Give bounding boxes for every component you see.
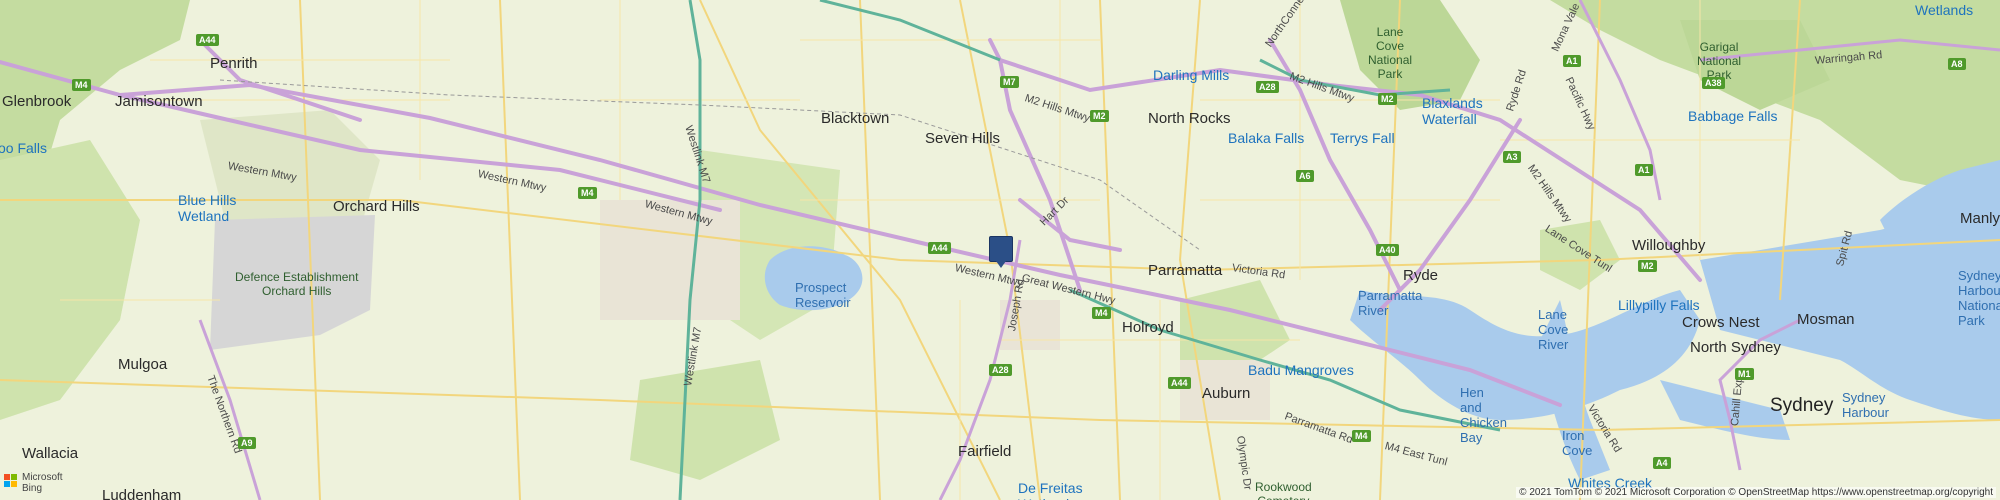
place-parramatta[interactable]: Parramatta xyxy=(1148,262,1222,279)
road-shield-m4-western: M4 xyxy=(578,187,597,199)
road-shield-a1-east: A1 xyxy=(1635,164,1653,176)
place-auburn[interactable]: Auburn xyxy=(1202,385,1250,402)
road-shield-a44-prospect: A44 xyxy=(928,242,951,254)
poi-de-freitas-wetland[interactable]: De FreitasWetland xyxy=(1018,480,1083,500)
road-shield-a3-ryde: A3 xyxy=(1503,151,1521,163)
place-sydney[interactable]: Sydney xyxy=(1770,395,1833,417)
road-shield-m4-glenbrook: M4 xyxy=(72,79,91,91)
place-manly[interactable]: Manly xyxy=(1960,210,2000,227)
poi-oo-falls[interactable]: oo Falls xyxy=(0,140,47,156)
road-shield-m4-east: M4 xyxy=(1352,430,1371,442)
brand-line2: Bing xyxy=(22,483,43,494)
place-ryde[interactable]: Ryde xyxy=(1403,267,1438,284)
road-shield-a44-penrith: A44 xyxy=(196,34,219,46)
place-penrith[interactable]: Penrith xyxy=(210,55,258,72)
road-shield-a4: A4 xyxy=(1653,457,1671,469)
place-mosman[interactable]: Mosman xyxy=(1797,311,1855,328)
road-shield-m2-east: M2 xyxy=(1378,93,1397,105)
microsoft-logo-icon xyxy=(4,474,18,488)
park-rookwood[interactable]: RookwoodCemetery xyxy=(1255,480,1312,500)
poi-babbage-falls[interactable]: Babbage Falls xyxy=(1688,108,1778,124)
poi-wetlands[interactable]: Wetlands xyxy=(1915,2,1973,18)
water-iron-cove[interactable]: Iron Cove xyxy=(1562,428,1592,458)
water-lane-cove-river[interactable]: Lane Cove River xyxy=(1538,307,1568,352)
place-seven-hills[interactable]: Seven Hills xyxy=(925,130,1000,147)
water-prospect-reservoir[interactable]: Prospect Reservoir xyxy=(795,280,851,310)
park-garigal-np[interactable]: Garigal National Park xyxy=(1697,40,1741,82)
road-shield-m4-holroyd: M4 xyxy=(1092,307,1111,319)
road-shield-a38: A38 xyxy=(1702,77,1725,89)
place-luddenham[interactable]: Luddenham xyxy=(102,487,181,500)
place-north-rocks[interactable]: North Rocks xyxy=(1148,110,1231,127)
road-shield-a28-south: A28 xyxy=(989,364,1012,376)
park-defence-orchard-hills[interactable]: Defence Establishment Orchard Hills xyxy=(235,270,358,298)
place-crows-nest[interactable]: Crows Nest xyxy=(1682,314,1760,331)
park-lane-cove-np[interactable]: Lane Cove National Park xyxy=(1368,25,1412,81)
road-shield-a28-north: A28 xyxy=(1256,81,1279,93)
place-holroyd[interactable]: Holroyd xyxy=(1122,319,1174,336)
place-glenbrook[interactable]: Glenbrook xyxy=(2,93,71,110)
map-canvas[interactable]: Penrith Jamisontown Glenbrook Orchard Hills… xyxy=(0,0,2000,500)
poi-blue-hills-wetland[interactable]: Blue Hills Wetland xyxy=(178,192,236,224)
road-shield-m1: M1 xyxy=(1735,368,1754,380)
water-sydney-harbour-np[interactable]: SydneyHarbourNationalPark xyxy=(1958,268,2000,328)
place-wallacia[interactable]: Wallacia xyxy=(22,445,78,462)
poi-badu-mangroves[interactable]: Badu Mangroves xyxy=(1248,362,1354,378)
road-shield-m2-lanecove: M2 xyxy=(1638,260,1657,272)
water-sydney-harbour[interactable]: Sydney Harbour xyxy=(1842,390,1889,420)
poi-lillypilly-falls[interactable]: Lillypilly Falls xyxy=(1618,297,1700,313)
copyright-text[interactable]: © 2021 TomTom © 2021 Microsoft Corporati… xyxy=(1516,487,1996,498)
brand-line1: Microsoft xyxy=(22,472,63,483)
road-shield-a44-auburn: A44 xyxy=(1168,377,1191,389)
place-mulgoa[interactable]: Mulgoa xyxy=(118,356,167,373)
water-hen-chicken-bay[interactable]: Hen and Chicken Bay xyxy=(1460,385,1507,445)
road-shield-a9: A9 xyxy=(238,437,256,449)
place-jamisontown[interactable]: Jamisontown xyxy=(115,93,203,110)
road-shield-m7-north: M7 xyxy=(1000,76,1019,88)
poi-terrys-fall[interactable]: Terrys Fall xyxy=(1330,130,1395,146)
place-willoughby[interactable]: Willoughby xyxy=(1632,237,1705,254)
place-north-sydney[interactable]: North Sydney xyxy=(1690,339,1781,356)
road-shield-a8: A8 xyxy=(1948,58,1966,70)
bing-logo[interactable]: Microsoft Bing xyxy=(4,472,84,496)
road-shield-m2-hills: M2 xyxy=(1090,110,1109,122)
water-parramatta-river[interactable]: Parramatta River xyxy=(1358,288,1422,318)
place-orchard-hills[interactable]: Orchard Hills xyxy=(333,198,420,215)
road-shield-a6-north: A6 xyxy=(1296,170,1314,182)
road-shield-a1-north: A1 xyxy=(1563,55,1581,67)
place-fairfield[interactable]: Fairfield xyxy=(958,443,1011,460)
road-shield-a40-ryde: A40 xyxy=(1376,244,1399,256)
poi-darling-mills[interactable]: Darling Mills xyxy=(1153,67,1229,83)
place-blacktown[interactable]: Blacktown xyxy=(821,110,889,127)
location-pin[interactable] xyxy=(989,236,1013,268)
poi-blaxlands-waterfall[interactable]: Blaxlands Waterfall xyxy=(1422,95,1483,127)
poi-balaka-falls[interactable]: Balaka Falls xyxy=(1228,130,1304,146)
